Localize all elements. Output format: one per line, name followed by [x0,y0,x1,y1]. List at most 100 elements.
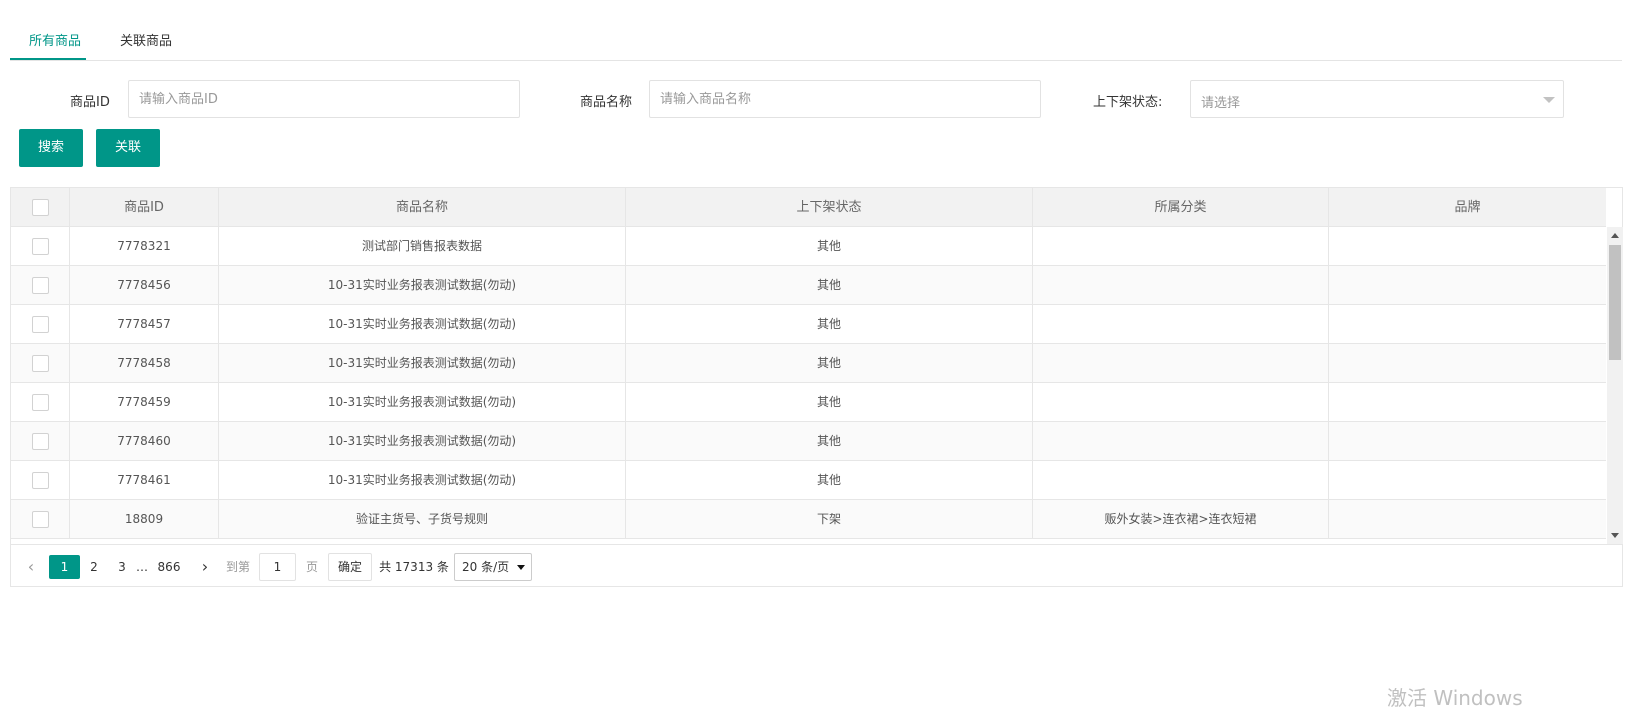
table-row[interactable]: 7778321 测试部门销售报表数据 其他 [11,227,1606,266]
row-checkbox[interactable] [32,433,49,450]
cell-category [1033,344,1329,383]
row-checkbox[interactable] [32,394,49,411]
header-product-id: 商品ID [70,188,219,227]
pagination-ellipsis: … [136,560,148,574]
pagination: ‹ 1 2 3 … 866 › 到第 页 确定 共 17313 条 20 条/页 [11,544,1622,587]
shelf-status-placeholder: 请选择 [1201,96,1241,111]
select-all-cell [11,188,70,227]
cell-shelf-status: 其他 [626,383,1033,422]
row-select-cell [11,500,70,539]
windows-activation-watermark: 激活 Windows [1387,686,1523,710]
table-scrollbar[interactable] [1607,227,1623,544]
cell-product-name: 10-31实时业务报表测试数据(勿动) [219,266,626,305]
shelf-status-select[interactable]: 请选择 [1190,80,1564,118]
cell-product-id: 7778461 [70,461,219,500]
page-2-button[interactable]: 2 [84,555,104,579]
row-select-cell [11,461,70,500]
row-checkbox[interactable] [32,511,49,528]
table-row[interactable]: 7778459 10-31实时业务报表测试数据(勿动) 其他 [11,383,1606,422]
header-shelf-status: 上下架状态 [626,188,1033,227]
active-tab-indicator [10,58,86,60]
cell-product-id: 7778321 [70,227,219,266]
cell-product-id: 7778458 [70,344,219,383]
link-button[interactable]: 关联 [96,129,160,167]
table-row[interactable]: 7778458 10-31实时业务报表测试数据(勿动) 其他 [11,344,1606,383]
page-3-button[interactable]: 3 [112,555,132,579]
product-id-input[interactable] [128,80,520,118]
goto-page-input[interactable] [259,553,296,581]
cell-shelf-status: 其他 [626,227,1033,266]
tab-linked-products[interactable]: 关联商品 [120,30,172,49]
product-name-input[interactable] [649,80,1041,118]
cell-brand [1329,266,1606,305]
header-category: 所属分类 [1033,188,1329,227]
row-checkbox[interactable] [32,355,49,372]
tab-bar: 所有商品 关联商品 [10,0,1622,61]
cell-brand [1329,383,1606,422]
row-select-cell [11,422,70,461]
cell-product-id: 18809 [70,500,219,539]
cell-product-name: 验证主货号、子货号规则 [219,500,626,539]
scroll-up-icon[interactable] [1611,233,1619,238]
cell-product-name: 10-31实时业务报表测试数据(勿动) [219,344,626,383]
row-select-cell [11,305,70,344]
goto-confirm-button[interactable]: 确定 [328,553,372,581]
page-size-select[interactable]: 20 条/页 [454,553,532,581]
search-button[interactable]: 搜索 [19,129,83,167]
row-select-cell [11,344,70,383]
cell-category [1033,227,1329,266]
chevron-down-icon [1543,97,1555,103]
row-checkbox[interactable] [32,316,49,333]
cell-brand [1329,422,1606,461]
tab-all-products[interactable]: 所有商品 [29,30,81,49]
page-size-value: 20 条/页 [462,560,510,574]
cell-shelf-status: 其他 [626,461,1033,500]
table-row[interactable]: 7778456 10-31实时业务报表测试数据(勿动) 其他 [11,266,1606,305]
cell-category [1033,266,1329,305]
shelf-status-label: 上下架状态: [1093,95,1163,110]
cell-category [1033,305,1329,344]
goto-label: 到第 [225,560,250,574]
cell-category: 贩外女装>连衣裙>连衣短裙 [1033,500,1329,539]
cell-brand [1329,461,1606,500]
cell-brand [1329,305,1606,344]
row-select-cell [11,227,70,266]
next-page-icon[interactable]: › [197,555,213,579]
row-select-cell [11,383,70,422]
row-select-cell [11,266,70,305]
header-brand: 品牌 [1454,200,1481,215]
last-page-button[interactable]: 866 [152,555,186,579]
cell-product-name: 测试部门销售报表数据 [219,227,626,266]
cell-category [1033,461,1329,500]
row-checkbox[interactable] [32,277,49,294]
table-header: 商品ID 商品名称 上下架状态 所属分类 品牌 [11,188,1606,227]
cell-product-id: 7778460 [70,422,219,461]
row-checkbox[interactable] [32,472,49,489]
cell-category [1033,422,1329,461]
table-row[interactable]: 7778457 10-31实时业务报表测试数据(勿动) 其他 [11,305,1606,344]
table-row[interactable]: 18809 验证主货号、子货号规则 下架 贩外女装>连衣裙>连衣短裙 [11,500,1606,539]
cell-product-id: 7778457 [70,305,219,344]
scroll-down-icon[interactable] [1611,533,1619,538]
cell-brand [1329,227,1606,266]
cell-shelf-status: 下架 [626,500,1033,539]
cell-product-name: 10-31实时业务报表测试数据(勿动) [219,383,626,422]
cell-product-name: 10-31实时业务报表测试数据(勿动) [219,305,626,344]
product-name-label: 商品名称 [580,95,633,110]
select-all-checkbox[interactable] [32,199,49,216]
cell-brand [1329,500,1606,539]
cell-product-name: 10-31实时业务报表测试数据(勿动) [219,422,626,461]
page-1-button[interactable]: 1 [49,555,80,579]
table-row[interactable]: 7778461 10-31实时业务报表测试数据(勿动) 其他 [11,461,1606,500]
cell-product-name: 10-31实时业务报表测试数据(勿动) [219,461,626,500]
cell-product-id: 7778456 [70,266,219,305]
table-row[interactable]: 7778460 10-31实时业务报表测试数据(勿动) 其他 [11,422,1606,461]
row-checkbox[interactable] [32,238,49,255]
product-id-label: 商品ID [70,95,110,110]
prev-page-icon[interactable]: ‹ [23,555,39,579]
cell-shelf-status: 其他 [626,305,1033,344]
cell-shelf-status: 其他 [626,266,1033,305]
header-product-name: 商品名称 [219,188,626,227]
scrollbar-thumb[interactable] [1609,245,1621,360]
cell-brand [1329,344,1606,383]
